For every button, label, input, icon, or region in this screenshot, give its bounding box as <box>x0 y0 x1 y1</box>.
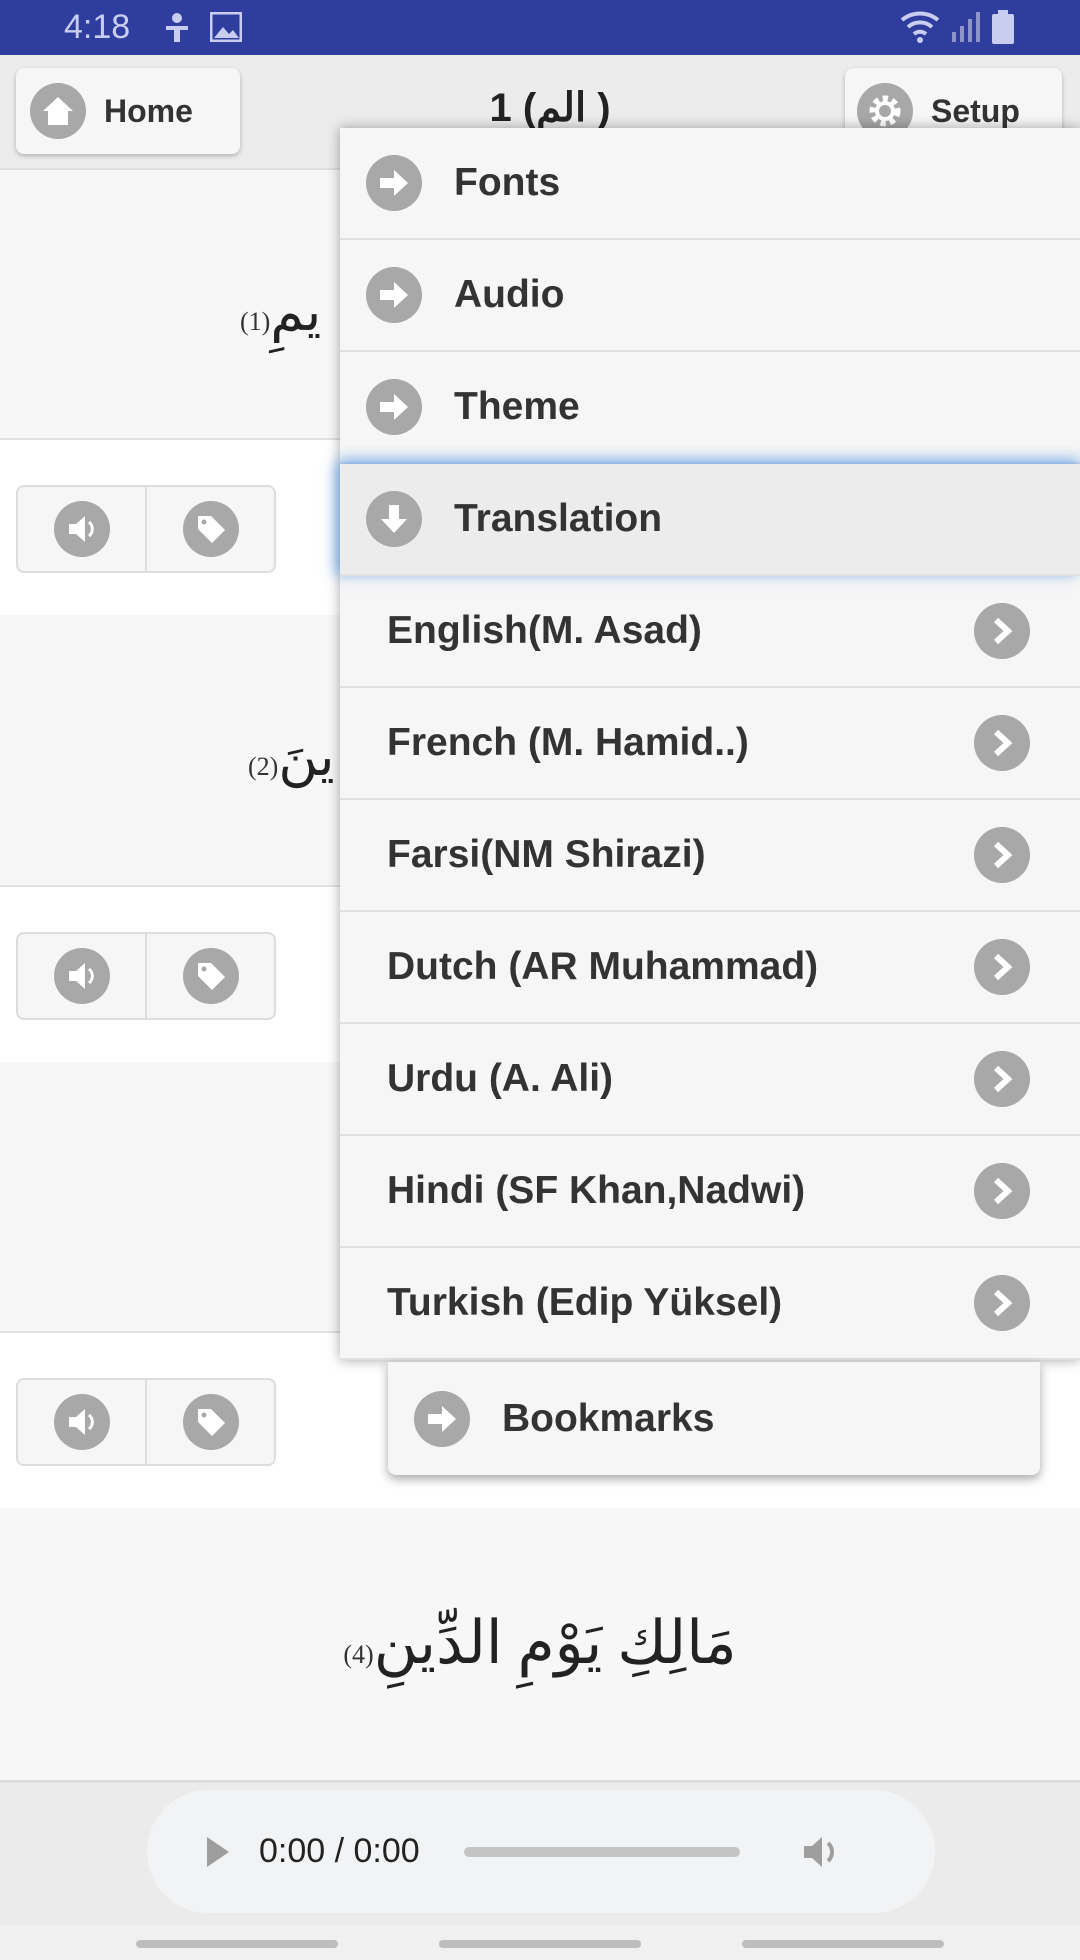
home-button[interactable]: Home <box>16 68 240 154</box>
chevron-right-circle-icon <box>974 827 1030 883</box>
arrow-right-circle-icon <box>366 267 422 323</box>
translation-item[interactable]: Dutch (AR Muhammad) <box>340 912 1080 1024</box>
signal-icon <box>952 12 980 42</box>
speaker-icon <box>53 501 110 557</box>
translation-item[interactable]: Farsi(NM Shirazi) <box>340 800 1080 912</box>
translation-item[interactable]: Turkish (Edip Yüksel) <box>340 1248 1080 1360</box>
translation-label: French (M. Hamid..) <box>387 721 749 764</box>
chevron-right-circle-icon <box>974 715 1030 771</box>
nav-home[interactable] <box>439 1940 641 1948</box>
verse-text: يمِ(1) <box>240 282 322 342</box>
menu-item-audio[interactable]: Audio <box>340 240 1080 352</box>
chevron-right-circle-icon <box>974 1275 1030 1331</box>
nav-recents[interactable] <box>136 1940 338 1948</box>
chevron-right-circle-icon <box>974 1163 1030 1219</box>
tag-icon <box>182 1394 239 1450</box>
status-bar: 4:18 <box>0 0 1080 55</box>
wifi-icon <box>900 11 940 43</box>
arrow-down-circle-icon <box>366 491 422 547</box>
bookmark-verse-button[interactable] <box>147 487 274 571</box>
chevron-right-circle-icon <box>974 603 1030 659</box>
player-time: 0:00 / 0:00 <box>259 1832 420 1870</box>
audio-player-bar: 0:00 / 0:00 <box>0 1780 1080 1925</box>
page-title: 1 (الم ) <box>489 86 611 130</box>
image-icon <box>210 12 242 42</box>
arrow-right-circle-icon <box>414 1390 470 1447</box>
arrow-right-circle-icon <box>366 155 422 211</box>
home-label: Home <box>104 92 193 129</box>
translation-item[interactable]: French (M. Hamid..) <box>340 688 1080 800</box>
chevron-right-circle-icon <box>974 939 1030 995</box>
verse-text: ينَ(2) <box>248 727 335 787</box>
chevron-right-circle-icon <box>974 1051 1030 1107</box>
nav-back[interactable] <box>742 1940 944 1948</box>
menu-item-fonts[interactable]: Fonts <box>340 128 1080 240</box>
translation-label: Dutch (AR Muhammad) <box>387 945 819 988</box>
menu-item-theme[interactable]: Theme <box>340 352 1080 464</box>
system-nav-bar <box>0 1925 1080 1960</box>
translation-item[interactable]: English(M. Asad) <box>340 576 1080 688</box>
translation-label: English(M. Asad) <box>387 609 702 652</box>
seek-slider[interactable] <box>463 1846 740 1857</box>
menu-item-bookmarks[interactable]: Bookmarks <box>388 1362 1040 1475</box>
speaker-icon <box>53 948 110 1004</box>
translation-label: Turkish (Edip Yüksel) <box>387 1281 783 1324</box>
setup-menu: Fonts Audio Theme Translation English(M.… <box>340 128 1080 1360</box>
arrow-right-circle-icon <box>366 379 422 435</box>
play-verse-button[interactable] <box>18 1380 147 1464</box>
verse-4: مَالِكِ يَوْمِ الدِّينِ(4) <box>0 1508 1080 1780</box>
play-verse-button[interactable] <box>18 487 147 571</box>
translation-label: Hindi (SF Khan,Nadwi) <box>387 1169 806 1212</box>
speaker-icon <box>53 1394 110 1450</box>
bookmark-verse-button[interactable] <box>147 934 274 1018</box>
play-verse-button[interactable] <box>18 934 147 1018</box>
translation-item[interactable]: Urdu (A. Ali) <box>340 1024 1080 1136</box>
translation-label: Urdu (A. Ali) <box>387 1057 614 1100</box>
translation-item[interactable]: Hindi (SF Khan,Nadwi) <box>340 1136 1080 1248</box>
status-time: 4:18 <box>64 8 131 46</box>
home-icon <box>30 83 86 139</box>
play-icon[interactable] <box>205 1835 231 1869</box>
accessibility-icon <box>166 13 188 42</box>
battery-icon <box>992 10 1014 44</box>
menu-item-translation[interactable]: Translation <box>340 464 1080 576</box>
setup-label: Setup <box>931 92 1020 129</box>
audio-player: 0:00 / 0:00 <box>147 1790 935 1913</box>
verse-text: مَالِكِ يَوْمِ الدِّينِ(4) <box>343 1610 737 1676</box>
tag-icon <box>182 948 239 1004</box>
volume-icon[interactable] <box>802 1834 844 1870</box>
bookmark-verse-button[interactable] <box>147 1380 274 1464</box>
tag-icon <box>182 501 239 557</box>
translation-label: Farsi(NM Shirazi) <box>387 833 706 876</box>
